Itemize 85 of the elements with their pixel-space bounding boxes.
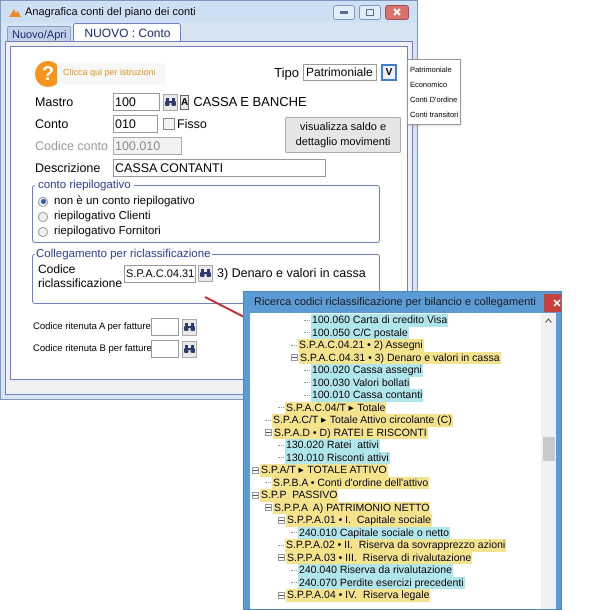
binoculars-icon xyxy=(165,98,176,106)
search-button[interactable] xyxy=(182,340,197,358)
close-icon xyxy=(552,298,561,306)
field-label: Codice ritenuta B per fatture xyxy=(33,342,151,356)
radio-label: riepilogativo Fornitori xyxy=(54,224,161,240)
collapse-icon[interactable] xyxy=(278,592,285,599)
field-label: Codice conto xyxy=(35,138,109,155)
input-field: 100.010 xyxy=(113,137,182,155)
field-label: Conto xyxy=(35,116,70,133)
tree-item[interactable]: 240.040 Riserva da rivalutazione xyxy=(298,564,453,576)
tab[interactable]: NUOVO : Conto xyxy=(73,23,182,41)
tree-item[interactable]: S.P.A.C.04/T ▸ Totale xyxy=(285,402,386,414)
collapse-icon[interactable] xyxy=(278,516,285,524)
tree-item[interactable]: S.P.B.A • Conti d'ordine dell'attivo xyxy=(272,476,430,489)
binoculars-icon xyxy=(184,345,195,354)
search-button[interactable] xyxy=(182,318,197,336)
tree-item[interactable]: 240.010 Capitale sociale o netto xyxy=(298,526,450,539)
tree-item[interactable]: S.P.A.C/T ▸ Totale Attivo circolante (C) xyxy=(272,414,453,426)
collapse-icon[interactable] xyxy=(265,504,272,512)
account-description: CASSA E BANCHE xyxy=(193,93,307,112)
window-title: Ricerca codici riclassificazione per bilancio e collegamenti xyxy=(254,295,536,310)
collapse-icon[interactable] xyxy=(265,429,272,436)
input-field[interactable] xyxy=(151,318,179,336)
binoculars-icon xyxy=(200,269,211,277)
radio-button[interactable] xyxy=(38,212,48,222)
input-field[interactable]: S.P.A.C.04.31 xyxy=(124,264,196,282)
tree-item[interactable]: 100.050 C/C postale xyxy=(311,326,409,339)
tree-item[interactable]: 130.010 Risconti attivi xyxy=(285,452,390,464)
input-field[interactable]: 010 xyxy=(113,115,158,133)
collapse-icon[interactable] xyxy=(291,354,298,362)
group-title: conto riepilogativo xyxy=(37,178,132,193)
checkbox[interactable] xyxy=(163,118,175,130)
tree-item[interactable]: S.P.A.D • D) RATEI E RISCONTI xyxy=(273,426,428,439)
tree-item[interactable]: S.P.A/T ▸ TOTALE ATTIVO xyxy=(260,464,388,476)
tab[interactable]: Nuovo/Apri xyxy=(7,26,72,41)
collapse-icon[interactable] xyxy=(278,554,285,562)
restore-icon xyxy=(366,8,374,16)
radio-button[interactable] xyxy=(38,196,48,207)
tree-item[interactable]: 100.060 Carta di credito Visa xyxy=(311,314,448,326)
scroll-up-icon[interactable] xyxy=(545,318,552,323)
scrollbar[interactable] xyxy=(541,313,556,609)
minimize-button[interactable] xyxy=(333,4,355,20)
collapse-icon[interactable] xyxy=(252,492,259,499)
close-button[interactable] xyxy=(385,4,409,20)
classification-description: 3) Denaro e valori in cassa xyxy=(217,266,366,280)
input-field[interactable]: 100 xyxy=(113,93,160,111)
collapse-icon[interactable] xyxy=(252,466,259,474)
binoculars-icon xyxy=(184,323,195,332)
tree-item[interactable]: S.P.P.A.01 • I. Capitale sociale xyxy=(286,514,432,526)
balance-button[interactable]: visualizza saldo e dettaglio movimenti xyxy=(285,117,401,153)
tree-item[interactable]: S.P.P.A A) PATRIMONIO NETTO xyxy=(273,502,430,514)
field-label: Codice ritenuta A per fatture xyxy=(33,320,151,334)
search-button[interactable] xyxy=(163,94,178,110)
tree-item[interactable]: 100.010 Cassa contanti xyxy=(311,389,424,402)
tree-item[interactable]: S.P.P.A.02 • II. Riserva da sovrapprezzo azioni xyxy=(285,539,506,552)
window-title: Anagrafica conti del piano dei conti xyxy=(25,4,196,20)
tree-item[interactable]: S.P.P.A.04 • IV. Riserva legale xyxy=(286,589,430,602)
maximize-button[interactable] xyxy=(359,4,381,20)
search-button[interactable] xyxy=(198,264,213,282)
dropdown-button[interactable]: V xyxy=(381,64,397,82)
letter-button[interactable]: A xyxy=(180,94,190,110)
tree-item[interactable]: S.P.A.C.04.31 • 3) Denaro e valori in cassa xyxy=(299,352,501,364)
radio-label: riepilogativo Clienti xyxy=(54,209,151,224)
type-select[interactable]: Patrimoniale xyxy=(303,64,377,82)
tree-item[interactable]: S.P.P PASSIVO xyxy=(260,489,338,502)
tree-item[interactable]: S.P.A.C.04.21 • 2) Assegni xyxy=(298,339,424,352)
field-label: Descrizione xyxy=(35,160,102,177)
field-label: Mastro xyxy=(35,94,74,111)
input-field[interactable]: CASSA CONTANTI xyxy=(113,159,326,177)
tree-item[interactable]: 100.030 Valori bollati xyxy=(311,376,410,389)
input-field[interactable] xyxy=(151,340,179,358)
tree-item[interactable]: S.P.P.A.03 • III. Riserva di rivalutazione xyxy=(286,552,472,564)
checkbox-label: Fisso xyxy=(177,116,207,133)
tree-item[interactable]: 100.020 Cassa assegni xyxy=(311,364,423,376)
tree-item[interactable]: 130.020 Ratei attivi xyxy=(285,439,380,452)
group-title: Collegamento per riclassificazione xyxy=(35,247,212,262)
app-logo-icon xyxy=(9,8,21,16)
minimize-icon xyxy=(340,10,348,14)
field-label: Tipo xyxy=(274,64,299,82)
field-label: Codice riclassificazione xyxy=(38,262,124,290)
tree-item[interactable]: 240.070 Perdite esercizi precedenti xyxy=(298,576,465,589)
radio-button[interactable] xyxy=(38,226,48,237)
close-icon xyxy=(393,8,401,16)
scrollbar-thumb[interactable] xyxy=(542,437,554,461)
radio-label: non è un conto riepilogativo xyxy=(54,194,195,210)
